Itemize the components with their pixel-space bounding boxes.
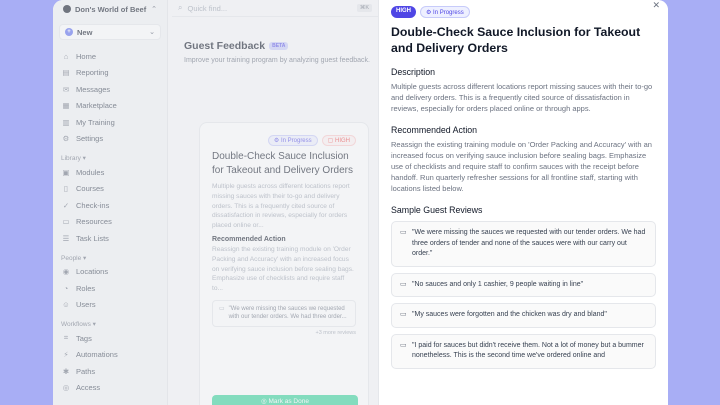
panel-status-badge: ⚙ In Progress: [420, 6, 470, 18]
review-item: ▭ "I paid for sauces but didn't receive t…: [391, 333, 656, 369]
review-item: ▭ "We were missing the sauces we requeste…: [391, 221, 656, 267]
app-window: Don's World of Beef ⌃ + New ⌄ ⌂ Home ▤ Repo…: [53, 0, 668, 405]
modal-backdrop[interactable]: [53, 0, 378, 405]
sample-reviews-heading: Sample Guest Reviews: [391, 205, 483, 216]
review-text: "We were missing the sauces we requested…: [412, 229, 646, 258]
panel-status-text: In Progress: [433, 9, 464, 16]
review-text: "I paid for sauces but didn't receive th…: [412, 341, 644, 360]
review-text: "No sauces and only 1 cashier, 9 people …: [412, 280, 584, 288]
close-icon[interactable]: ✕: [652, 0, 660, 11]
review-text: "My sauces were forgotten and the chicke…: [412, 311, 607, 319]
panel-badges: HIGH ⚙ In Progress: [391, 6, 656, 18]
comment-icon: ▭: [400, 341, 407, 349]
recommended-action-heading: Recommended Action: [391, 125, 478, 136]
comment-icon: ▭: [400, 280, 407, 288]
panel-title: Double-Check Sauce Inclusion for Takeout…: [391, 25, 641, 55]
panel-priority-badge: HIGH: [391, 6, 416, 18]
reviews-list: ▭ "We were missing the sauces we requeste…: [391, 221, 656, 369]
review-item: ▭ "My sauces were forgotten and the chick…: [391, 303, 656, 328]
description-heading: Description: [391, 67, 436, 77]
comment-icon: ▭: [400, 229, 407, 237]
comment-icon: ▭: [400, 311, 407, 319]
detail-panel: ✕ HIGH ⚙ In Progress Double-Check Sauce …: [378, 0, 668, 405]
review-item: ▭ "No sauces and only 1 cashier, 9 people…: [391, 272, 656, 298]
recommended-action-text: Reassign the existing training module on…: [391, 140, 652, 193]
description-text: Multiple guests across different locatio…: [391, 82, 653, 113]
